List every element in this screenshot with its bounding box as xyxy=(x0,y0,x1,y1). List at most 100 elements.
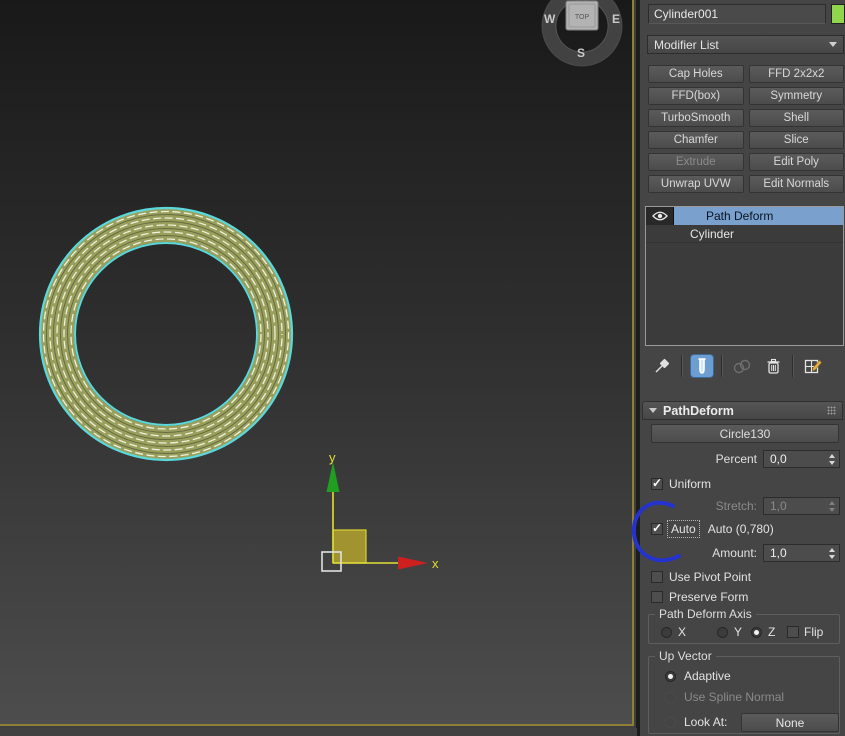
adaptive-label: Adaptive xyxy=(684,669,731,683)
visibility-eye-icon[interactable] xyxy=(646,207,674,225)
rollout-collapse-icon xyxy=(649,408,657,413)
configure-modifier-sets-icon[interactable] xyxy=(801,354,825,378)
checkbox-unchecked-icon[interactable] xyxy=(651,591,663,603)
chamfer-button[interactable]: Chamfer xyxy=(648,131,744,149)
edit-normals-button[interactable]: Edit Normals xyxy=(748,175,844,193)
remove-modifier-trash-icon[interactable] xyxy=(761,354,785,378)
radio-selected-icon[interactable] xyxy=(665,670,676,682)
viewcube-top-label: TOP xyxy=(575,14,590,21)
checkbox-checked-icon[interactable] xyxy=(651,523,663,535)
toolbar-separator xyxy=(721,355,723,377)
pick-path-label: Circle130 xyxy=(719,426,771,441)
path-deform-axis-title: Path Deform Axis xyxy=(655,607,756,621)
use-pivot-point-label: Use Pivot Point xyxy=(669,570,752,584)
look-at-label: Look At: xyxy=(684,715,728,729)
ffd-box-button[interactable]: FFD(box) xyxy=(648,87,744,105)
extrude-button: Extrude xyxy=(648,153,744,171)
make-unique-icon xyxy=(730,354,754,378)
path-deform-axis-group: Path Deform Axis X Y Z Flip xyxy=(648,607,840,644)
amount-row: Amount: 1,0 xyxy=(640,544,845,562)
axis-z-radio[interactable]: Z xyxy=(751,625,775,639)
compass-west-label[interactable]: W xyxy=(544,12,556,26)
radio-unselected-icon[interactable] xyxy=(717,626,728,638)
ring-band xyxy=(40,208,292,460)
amount-spinner[interactable]: 1,0 xyxy=(763,544,840,562)
checkbox-checked-icon[interactable] xyxy=(651,478,663,490)
stretch-spinner: 1,0 xyxy=(763,497,840,515)
checkbox-unchecked-icon[interactable] xyxy=(787,626,799,638)
gizmo-xy-plane-handle[interactable] xyxy=(332,529,367,564)
adaptive-radio[interactable]: Adaptive xyxy=(665,669,731,683)
none-button-label: None xyxy=(775,715,805,730)
radio-disabled-icon xyxy=(665,691,676,703)
shell-button[interactable]: Shell xyxy=(748,109,844,127)
pathdeform-rollout-header[interactable]: PathDeform xyxy=(642,401,843,420)
3dsmax-window: W E S TOP y x Cylinder001 Modifier List … xyxy=(0,0,845,736)
rollout-grip-icon[interactable] xyxy=(827,406,836,415)
uniform-checkbox[interactable]: Uniform xyxy=(651,477,711,491)
modifier-list-label: Modifier List xyxy=(654,37,719,52)
axis-x-radio[interactable]: X xyxy=(661,625,686,639)
axis-y-radio[interactable]: Y xyxy=(717,625,742,639)
uniform-label: Uniform xyxy=(669,477,712,491)
ffd-2x2x2-button[interactable]: FFD 2x2x2 xyxy=(748,65,844,83)
flip-label: Flip xyxy=(804,625,824,639)
stack-item-label: Cylinder xyxy=(690,226,735,241)
use-spline-normal-radio: Use Spline Normal xyxy=(665,690,784,704)
gizmo-y-label: y xyxy=(329,450,336,465)
use-spline-normal-label: Use Spline Normal xyxy=(684,690,785,704)
modifier-list-dropdown[interactable]: Modifier List xyxy=(647,35,844,54)
pin-stack-icon[interactable] xyxy=(650,354,674,378)
slice-button[interactable]: Slice xyxy=(748,131,844,149)
unwrap-uvw-button[interactable]: Unwrap UVW xyxy=(648,175,744,193)
stack-item-cylinder[interactable]: Cylinder xyxy=(646,225,843,243)
axis-z-label: Z xyxy=(768,625,776,639)
viewcube[interactable]: W E S TOP xyxy=(536,0,628,78)
turbosmooth-button[interactable]: TurboSmooth xyxy=(648,109,744,127)
stretch-row: Stretch: 1,0 xyxy=(640,497,845,515)
look-at-radio: Look At: xyxy=(665,715,727,729)
toolbar-separator xyxy=(792,355,794,377)
compass-east-label[interactable]: E xyxy=(612,12,620,26)
transform-gizmo[interactable]: y x xyxy=(300,448,448,580)
deformed-cylinder-ring[interactable] xyxy=(34,202,298,466)
compass-south-label[interactable]: S xyxy=(577,46,585,60)
modifier-stack: Path Deform Cylinder xyxy=(645,206,844,346)
object-name-input[interactable] xyxy=(648,4,827,24)
stretch-value: 1,0 xyxy=(770,499,787,513)
toolbar-separator xyxy=(681,355,683,377)
window-bottom-strip xyxy=(0,728,637,736)
viewport-top[interactable]: W E S TOP y x xyxy=(0,0,634,726)
object-name-row xyxy=(648,4,845,24)
spinner-arrows-icon[interactable] xyxy=(829,547,839,559)
radio-unselected-icon[interactable] xyxy=(661,626,672,638)
show-end-result-icon[interactable] xyxy=(690,354,714,378)
axis-x-label: X xyxy=(678,625,687,639)
auto-label: Auto xyxy=(667,520,700,538)
flip-checkbox[interactable]: Flip xyxy=(787,625,823,639)
auto-checkbox[interactable]: Auto Auto (0,780) xyxy=(651,520,774,538)
amount-value[interactable]: 1,0 xyxy=(764,546,787,560)
preserve-form-label: Preserve Form xyxy=(669,590,749,604)
use-pivot-point-checkbox[interactable]: Use Pivot Point xyxy=(651,570,751,584)
rollout-title: PathDeform xyxy=(663,403,734,418)
gizmo-x-arrowhead xyxy=(398,556,428,570)
axis-y-label: Y xyxy=(734,625,743,639)
checkbox-unchecked-icon[interactable] xyxy=(651,571,663,583)
percent-value[interactable]: 0,0 xyxy=(764,452,787,466)
ring-inner-spline xyxy=(74,242,258,426)
radio-selected-icon[interactable] xyxy=(751,626,762,638)
edit-poly-button[interactable]: Edit Poly xyxy=(748,153,844,171)
symmetry-button[interactable]: Symmetry xyxy=(748,87,844,105)
object-color-swatch[interactable] xyxy=(831,4,845,24)
preserve-form-checkbox[interactable]: Preserve Form xyxy=(651,590,748,604)
percent-spinner[interactable]: 0,0 xyxy=(763,450,840,468)
pick-path-button[interactable]: Circle130 xyxy=(651,424,839,443)
spinner-arrows-icon[interactable] xyxy=(829,453,839,465)
gizmo-x-label: x xyxy=(432,556,439,571)
stack-item-path-deform[interactable]: Path Deform xyxy=(646,207,843,225)
stack-item-label: Path Deform xyxy=(674,207,843,225)
cap-holes-button[interactable]: Cap Holes xyxy=(648,65,744,83)
look-at-none-button[interactable]: None xyxy=(741,713,839,732)
percent-label: Percent xyxy=(715,452,757,466)
